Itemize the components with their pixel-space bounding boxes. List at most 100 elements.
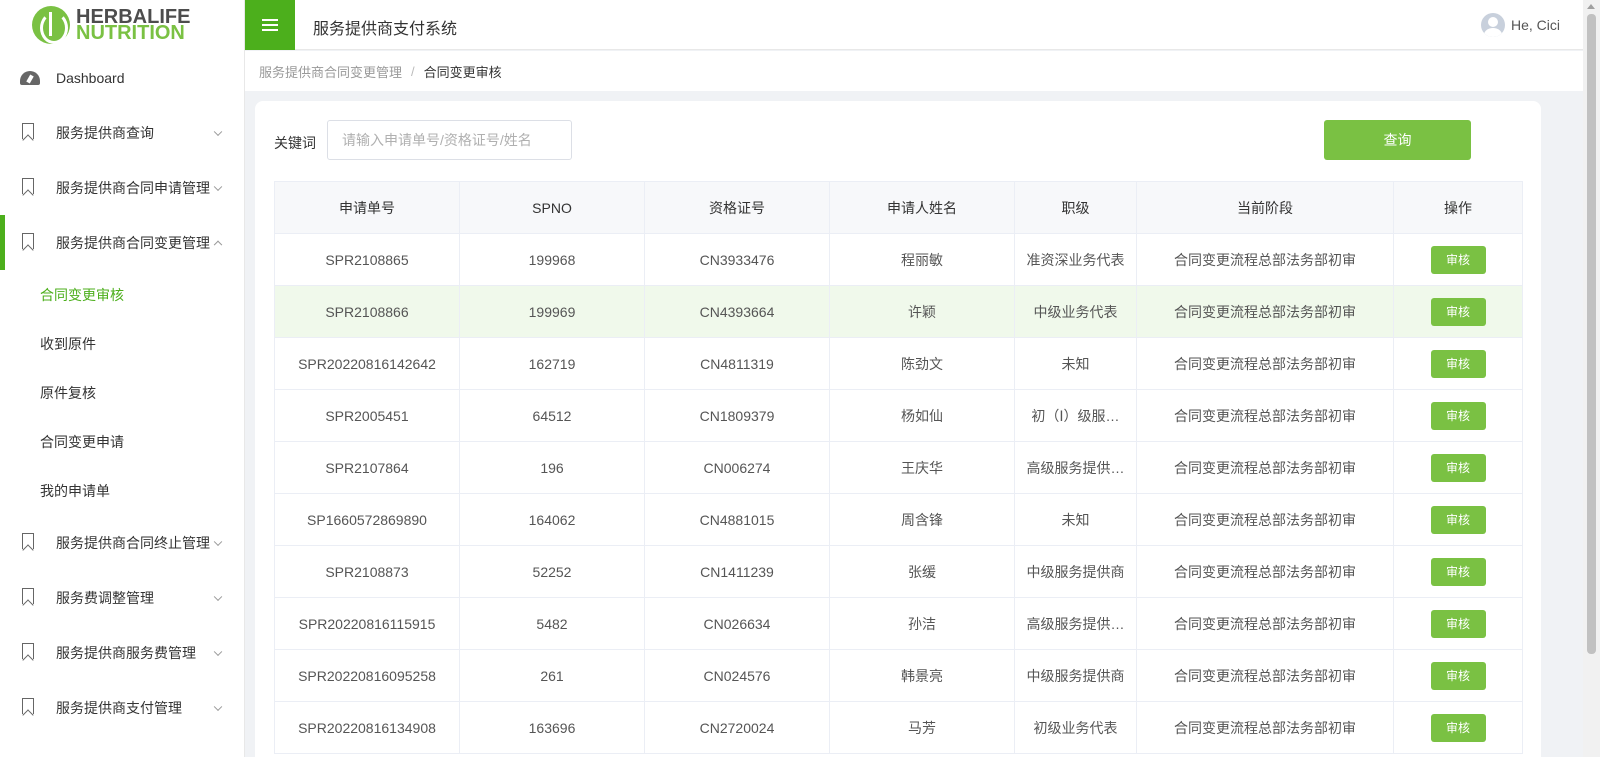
sidebar-subitem-change-review[interactable]: 合同变更审核	[0, 270, 244, 319]
certificate-cell: CN1411239	[644, 545, 830, 598]
bookmark-icon	[20, 123, 36, 141]
table-row: SP1660572869890 164062 CN4881015 周含锋 未知 …	[274, 493, 1523, 546]
table-row: SPR20220816115915 5482 CN026634 孙洁 高级服务提…	[274, 597, 1523, 650]
audit-button[interactable]: 审核	[1430, 401, 1486, 430]
column-header: 操作	[1393, 181, 1523, 234]
main-card: 关键词 查询 申请单号 SPNO 资格证号 申请人姓名 职级 当前阶段 操作 S…	[255, 101, 1541, 757]
top-header: 服务提供商支付系统 He, Cici	[245, 0, 1600, 50]
scroll-up-arrow-icon[interactable]	[1587, 4, 1595, 9]
audit-button[interactable]: 审核	[1430, 297, 1486, 326]
user-greeting: He, Cici	[1510, 17, 1560, 33]
sidebar-item-label: 服务提供商合同申请管理	[56, 179, 210, 196]
stage-cell: 合同变更流程总部法务部初审	[1136, 389, 1394, 442]
action-cell: 审核	[1393, 545, 1523, 598]
audit-button[interactable]: 审核	[1430, 453, 1486, 482]
table-row: SPR20220816142642 162719 CN4811319 陈劲文 未…	[274, 337, 1523, 390]
spno-cell: 164062	[459, 493, 645, 546]
sidebar-item-label: Dashboard	[56, 69, 125, 86]
spno-cell: 199968	[459, 233, 645, 286]
scrollbar-thumb[interactable]	[1587, 14, 1596, 654]
applicant-name-cell: 杨如仙	[829, 389, 1015, 442]
stage-cell: 合同变更流程总部法务部初审	[1136, 597, 1394, 650]
sidebar-subitem-original-recheck[interactable]: 原件复核	[0, 368, 244, 417]
bookmark-icon	[20, 533, 36, 551]
sidebar-subitem-my-requests[interactable]: 我的申请单	[0, 466, 244, 515]
action-cell: 审核	[1393, 597, 1523, 650]
sidebar-item-label: 服务提供商服务费管理	[56, 644, 196, 661]
application-number-link[interactable]: SPR2108873	[274, 545, 460, 598]
certificate-cell: CN4881015	[644, 493, 830, 546]
sidebar-item-contract-termination[interactable]: 服务提供商合同终止管理	[0, 515, 244, 570]
certificate-cell: CN026634	[644, 597, 830, 650]
audit-button[interactable]: 审核	[1430, 609, 1486, 638]
spno-cell: 261	[459, 649, 645, 702]
applicant-name-cell: 周含锋	[829, 493, 1015, 546]
chevron-down-icon	[213, 592, 223, 601]
herbalife-logo[interactable]: HERBALIFE NUTRITION	[0, 0, 244, 50]
user-menu[interactable]: He, Cici	[1480, 13, 1560, 37]
applicant-name-cell: 孙洁	[829, 597, 1015, 650]
applicant-name-cell: 王庆华	[829, 441, 1015, 494]
hamburger-icon	[262, 19, 278, 31]
sidebar-item-payment[interactable]: 服务提供商支付管理	[0, 680, 244, 735]
stage-cell: 合同变更流程总部法务部初审	[1136, 649, 1394, 702]
application-number-link[interactable]: SPR20220816095258	[274, 649, 460, 702]
application-number-link[interactable]: SPR20220816142642	[274, 337, 460, 390]
sidebar-item-fee-adjustment[interactable]: 服务费调整管理	[0, 570, 244, 625]
breadcrumb-separator: /	[411, 63, 415, 79]
table-header-row: 申请单号 SPNO 资格证号 申请人姓名 职级 当前阶段 操作	[274, 181, 1523, 234]
applicant-name-cell: 韩景亮	[829, 649, 1015, 702]
level-cell: 初（Ⅰ）级服…	[1014, 389, 1137, 442]
audit-button[interactable]: 审核	[1430, 245, 1486, 274]
application-number-link[interactable]: SPR2108866	[274, 285, 460, 338]
sidebar-item-provider-query[interactable]: 服务提供商查询	[0, 105, 244, 160]
sidebar-item-label: 服务提供商查询	[56, 124, 154, 141]
query-button[interactable]: 查询	[1324, 120, 1471, 160]
level-cell: 中级业务代表	[1014, 285, 1137, 338]
application-number-link[interactable]: SPR20220816134908	[274, 701, 460, 754]
application-number-link[interactable]: SPR2107864	[274, 441, 460, 494]
sidebar-item-service-fee[interactable]: 服务提供商服务费管理	[0, 625, 244, 680]
audit-button[interactable]: 审核	[1430, 661, 1486, 690]
action-cell: 审核	[1393, 701, 1523, 754]
table-row: SPR20220816095258 261 CN024576 韩景亮 中级服务提…	[274, 649, 1523, 702]
audit-button[interactable]: 审核	[1430, 557, 1486, 586]
sidebar-item-contract-application[interactable]: 服务提供商合同申请管理	[0, 160, 244, 215]
certificate-cell: CN4811319	[644, 337, 830, 390]
applicant-name-cell: 许颖	[829, 285, 1015, 338]
applicant-name-cell: 程丽敏	[829, 233, 1015, 286]
contract-change-table: 申请单号 SPNO 资格证号 申请人姓名 职级 当前阶段 操作 SPR21088…	[274, 181, 1523, 754]
application-number-link[interactable]: SPR20220816115915	[274, 597, 460, 650]
stage-cell: 合同变更流程总部法务部初审	[1136, 545, 1394, 598]
avatar	[1480, 13, 1505, 37]
audit-button[interactable]: 审核	[1430, 349, 1486, 378]
application-number-link[interactable]: SP1660572869890	[274, 493, 460, 546]
audit-button[interactable]: 审核	[1430, 505, 1486, 534]
sidebar-subitem-change-request[interactable]: 合同变更申请	[0, 417, 244, 466]
spno-cell: 5482	[459, 597, 645, 650]
certificate-cell: CN3933476	[644, 233, 830, 286]
stage-cell: 合同变更流程总部法务部初审	[1136, 285, 1394, 338]
chevron-down-icon	[213, 537, 223, 546]
keyword-label: 关键词	[274, 135, 316, 151]
action-cell: 审核	[1393, 493, 1523, 546]
keyword-search-input[interactable]	[327, 120, 572, 160]
certificate-cell: CN006274	[644, 441, 830, 494]
sidebar-item-dashboard[interactable]: Dashboard	[0, 50, 244, 105]
application-number-link[interactable]: SPR2108865	[274, 233, 460, 286]
stage-cell: 合同变更流程总部法务部初审	[1136, 493, 1394, 546]
action-cell: 审核	[1393, 285, 1523, 338]
sidebar-subitem-received-original[interactable]: 收到原件	[0, 319, 244, 368]
audit-button[interactable]: 审核	[1430, 713, 1486, 742]
page-scrollbar[interactable]	[1583, 0, 1600, 757]
sidebar-item-contract-change[interactable]: 服务提供商合同变更管理	[0, 215, 244, 270]
sidebar-item-label: 服务提供商支付管理	[56, 699, 182, 716]
table-row: SPR2108866 199969 CN4393664 许颖 中级业务代表 合同…	[274, 285, 1523, 338]
table-row: SPR2108865 199968 CN3933476 程丽敏 准资深业务代表 …	[274, 233, 1523, 286]
sidebar-item-label: 服务提供商合同终止管理	[56, 534, 210, 551]
application-number-link[interactable]: SPR2005451	[274, 389, 460, 442]
level-cell: 初级业务代表	[1014, 701, 1137, 754]
menu-toggle-button[interactable]	[245, 0, 295, 50]
chevron-down-icon	[213, 647, 223, 656]
breadcrumb-parent[interactable]: 服务提供商合同变更管理	[259, 62, 402, 81]
